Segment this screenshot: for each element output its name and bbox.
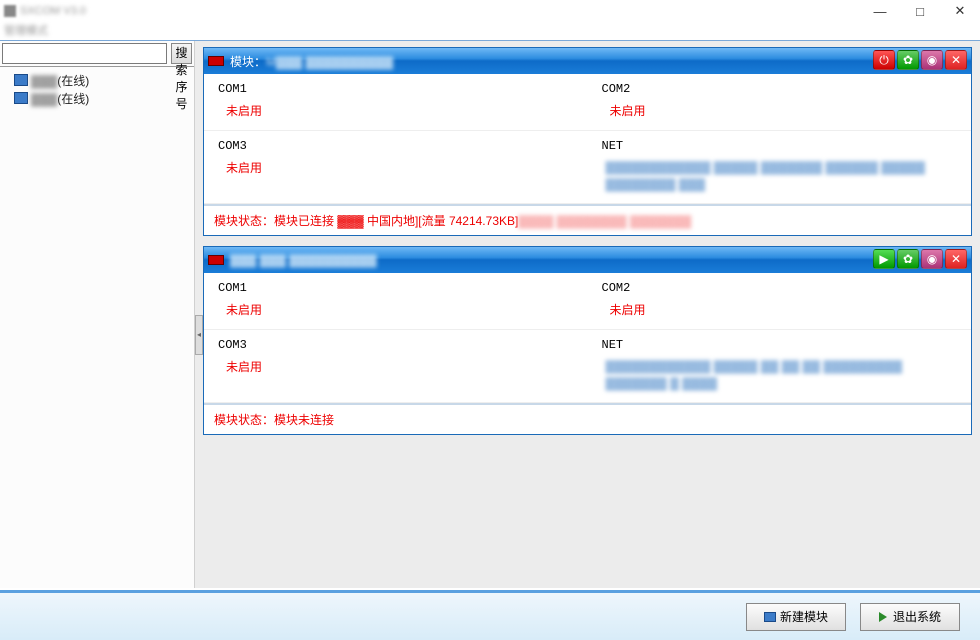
menu-item[interactable]: 管理模式 — [4, 25, 48, 37]
app-icon — [4, 5, 16, 17]
bottom-toolbar: 新建模块 退出系统 — [0, 590, 980, 640]
module-status-bar: 模块状态：模块未连接 — [204, 403, 971, 434]
port-label: COM1 — [218, 82, 574, 96]
port-status: 未启用 — [602, 301, 958, 318]
port-label: COM2 — [602, 82, 958, 96]
port-com3: COM3 未启用 — [204, 131, 588, 204]
window-titlebar: SXCOM V3.0 — □ ✕ — [0, 0, 980, 22]
port-info: ▓▓▓▓▓▓▓▓▓▓▓▓ ▓▓▓▓▓ ▓▓▓▓▓▓▓ ▓▓▓▓▓▓ ▓▓▓▓▓ … — [602, 159, 958, 193]
settings-button[interactable]: ✿ — [897, 249, 919, 269]
port-status: 未启用 — [218, 358, 574, 375]
status-led-icon — [208, 255, 224, 265]
tree-item-label: ▓▓▓(在线) — [31, 90, 89, 107]
button-label: 新建模块 — [780, 608, 828, 625]
globe-button[interactable]: ◉ — [921, 249, 943, 269]
menubar: 管理模式 — [0, 22, 980, 40]
new-icon — [764, 612, 776, 622]
search-button[interactable]: 搜索序号 — [171, 43, 192, 64]
module-header: ▓▓▓ ▓▓▓ ▓▓▓▓▓▓▓▓▓▓ ▶ ✿ ◉ ✕ — [204, 247, 971, 273]
port-status: 未启用 — [602, 102, 958, 119]
main-panel: ◂ 模块：M▓▓▓ ▓▓▓▓▓▓▓▓▓▓ ⏻ ✿ ◉ ✕ COM1 未启用 — [195, 41, 980, 588]
exit-icon — [879, 612, 889, 622]
new-module-button[interactable]: 新建模块 — [746, 603, 846, 631]
window-minimize-button[interactable]: — — [860, 0, 900, 22]
window-close-button[interactable]: ✕ — [940, 0, 980, 22]
port-net: NET ▓▓▓▓▓▓▓▓▓▓▓▓ ▓▓▓▓▓ ▓▓ ▓▓ ▓▓ ▓▓▓▓▓▓▓▓… — [588, 330, 972, 403]
port-status: 未启用 — [218, 159, 574, 176]
globe-button[interactable]: ◉ — [921, 50, 943, 70]
tree-item[interactable]: ▓▓▓(在线) — [2, 89, 192, 107]
port-com1: COM1 未启用 — [204, 74, 588, 131]
port-net: NET ▓▓▓▓▓▓▓▓▓▓▓▓ ▓▓▓▓▓ ▓▓▓▓▓▓▓ ▓▓▓▓▓▓ ▓▓… — [588, 131, 972, 204]
port-label: NET — [602, 139, 958, 153]
module-card: ▓▓▓ ▓▓▓ ▓▓▓▓▓▓▓▓▓▓ ▶ ✿ ◉ ✕ COM1 未启用 COM2… — [203, 246, 972, 435]
port-status: 未启用 — [218, 301, 574, 318]
tree-item-label: ▓▓▓(在线) — [31, 72, 89, 89]
exit-system-button[interactable]: 退出系统 — [860, 603, 960, 631]
port-info: ▓▓▓▓▓▓▓▓▓▓▓▓ ▓▓▓▓▓ ▓▓ ▓▓ ▓▓ ▓▓▓▓▓▓▓▓▓ ▓▓… — [602, 358, 958, 392]
window-title: SXCOM V3.0 — [20, 5, 86, 17]
power-button[interactable]: ⏻ — [873, 50, 895, 70]
module-status-bar: 模块状态：模块已连接 ▓▓▓ 中国内地][流量 74214.73KB]▓▓▓▓ … — [204, 204, 971, 235]
close-module-button[interactable]: ✕ — [945, 249, 967, 269]
status-led-icon — [208, 56, 224, 66]
module-title: ▓▓▓ ▓▓▓ ▓▓▓▓▓▓▓▓▓▓ — [230, 253, 377, 267]
module-title: 模块：M▓▓▓ ▓▓▓▓▓▓▓▓▓▓ — [230, 53, 393, 70]
port-label: NET — [602, 338, 958, 352]
port-com2: COM2 未启用 — [588, 273, 972, 330]
module-card: 模块：M▓▓▓ ▓▓▓▓▓▓▓▓▓▓ ⏻ ✿ ◉ ✕ COM1 未启用 COM2… — [203, 47, 972, 236]
port-label: COM1 — [218, 281, 574, 295]
module-icon — [14, 74, 28, 86]
close-module-button[interactable]: ✕ — [945, 50, 967, 70]
port-label: COM3 — [218, 139, 574, 153]
play-button[interactable]: ▶ — [873, 249, 895, 269]
port-status: 未启用 — [218, 102, 574, 119]
port-com1: COM1 未启用 — [204, 273, 588, 330]
splitter-handle[interactable]: ◂ — [195, 315, 203, 355]
settings-button[interactable]: ✿ — [897, 50, 919, 70]
window-maximize-button[interactable]: □ — [900, 0, 940, 22]
module-icon — [14, 92, 28, 104]
sidebar: 搜索序号 ▓▓▓(在线) ▓▓▓(在线) — [0, 41, 195, 588]
module-tree: ▓▓▓(在线) ▓▓▓(在线) — [0, 67, 194, 111]
port-com3: COM3 未启用 — [204, 330, 588, 403]
module-header: 模块：M▓▓▓ ▓▓▓▓▓▓▓▓▓▓ ⏻ ✿ ◉ ✕ — [204, 48, 971, 74]
port-com2: COM2 未启用 — [588, 74, 972, 131]
search-input[interactable] — [2, 43, 167, 64]
button-label: 退出系统 — [893, 608, 941, 625]
tree-item[interactable]: ▓▓▓(在线) — [2, 71, 192, 89]
port-label: COM2 — [602, 281, 958, 295]
port-label: COM3 — [218, 338, 574, 352]
